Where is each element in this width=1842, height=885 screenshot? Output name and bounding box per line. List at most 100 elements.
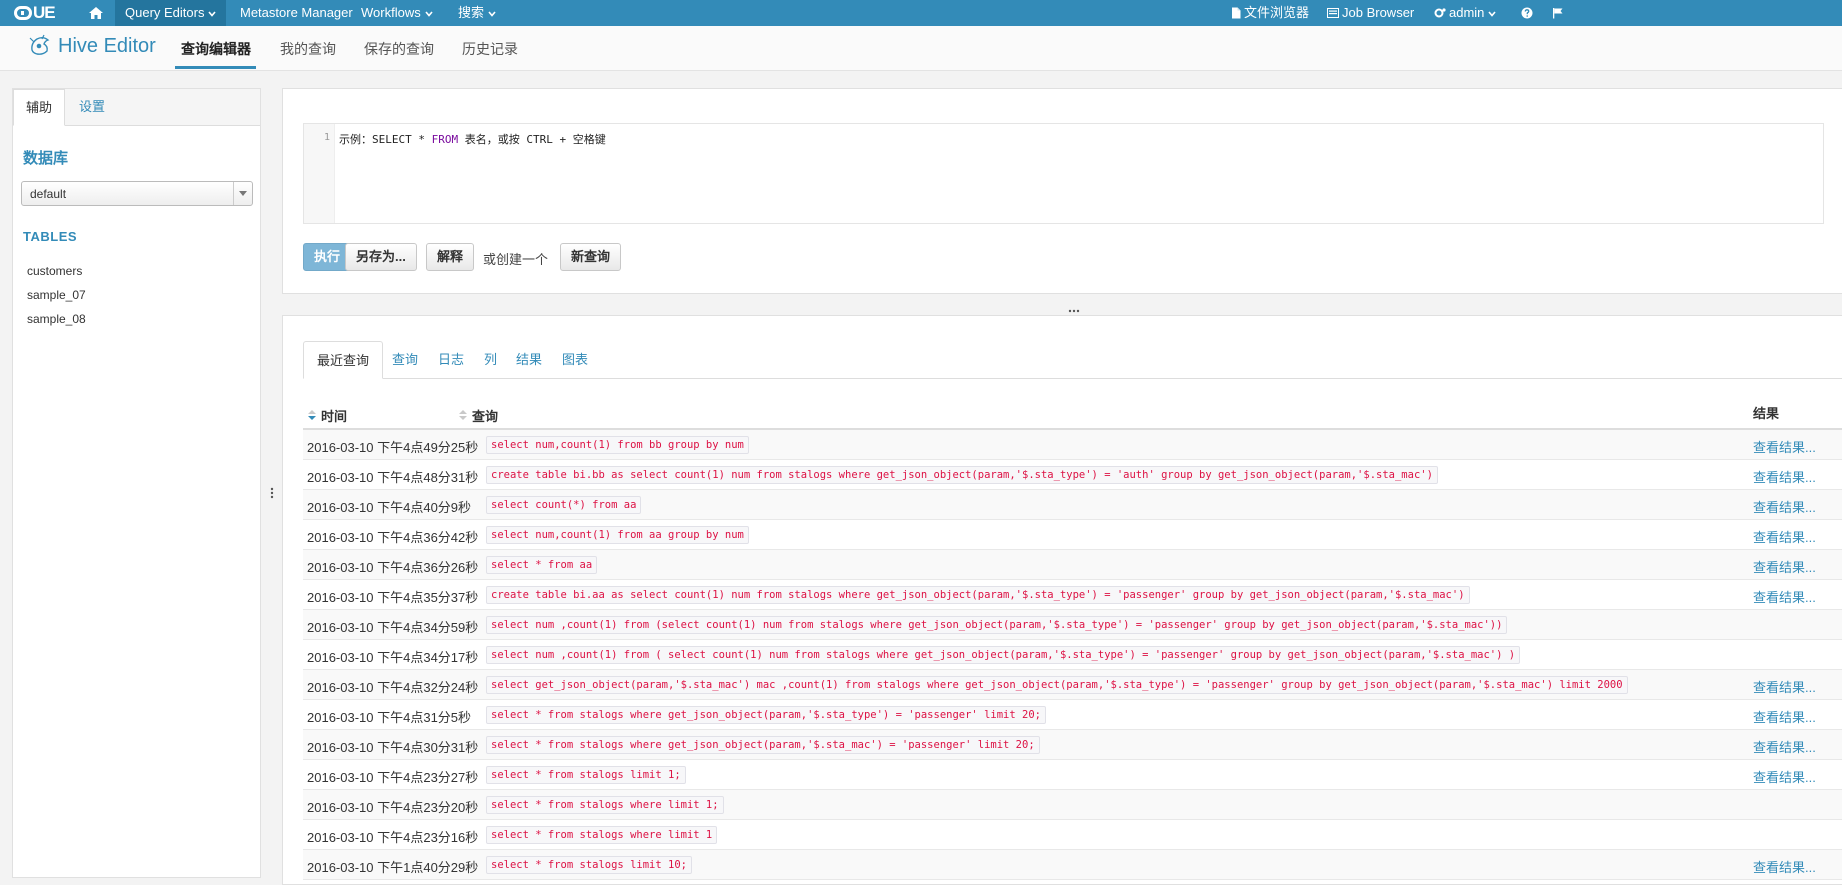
query-text[interactable]: select * from stalogs limit 1; [486,766,686,784]
table-row: 2016-03-10 下午4点31分5秒 select * from stalog… [303,700,1842,730]
query-time: 2016-03-10 下午4点31分5秒 [307,710,472,725]
database-select-value: default [30,187,67,201]
tab-assist[interactable]: 辅助 [13,89,66,126]
tab-saved-queries[interactable]: 保存的查询 [364,39,434,59]
nav-file-browser-label: 文件浏览器 [1244,5,1310,20]
database-select[interactable]: default [21,181,253,206]
tab-results[interactable]: 结果 [503,341,555,378]
view-results-link[interactable]: 查看结果... [1753,767,1816,786]
table-header: 时间 查询 结果 [303,400,1842,430]
query-text[interactable]: select num,count(1) from aa group by num [486,526,749,544]
view-results-link[interactable]: 查看结果... [1753,587,1816,606]
nav-search-label: 搜索 [458,5,485,20]
nav-admin-menu[interactable]: admin [1434,0,1497,26]
view-results-link[interactable]: 查看结果... [1753,497,1816,516]
table-item-sample-08[interactable]: sample_08 [27,312,86,326]
tab-query[interactable]: 查询 [379,341,431,378]
chevron-down-icon [425,10,433,18]
app-subheader: Hive Editor 查询编辑器 我的查询 保存的查询 历史记录 [0,26,1842,71]
tables-label: TABLES [23,229,78,244]
hue-logo[interactable]: UE [14,3,56,23]
recent-queries-table: 时间 查询 结果 2016-03-10 下午4点49分25秒 select num… [303,400,1842,880]
query-time: 2016-03-10 下午4点35分37秒 [307,590,479,605]
query-text[interactable]: select * from stalogs where get_json_obj… [486,736,1040,754]
tab-settings[interactable]: 设置 [67,89,117,125]
query-text[interactable]: select get_json_object(param,'$.sta_mac'… [486,676,1628,694]
view-results-link[interactable]: 查看结果... [1753,677,1816,696]
query-time: 2016-03-10 下午4点49分25秒 [307,440,479,455]
app-title[interactable]: Hive Editor [28,34,156,58]
table-row: 2016-03-10 下午4点36分26秒 select * from aa 查看结… [303,550,1842,580]
query-editor[interactable]: 1 示例：SELECT * FROM 表名，或按 CTRL + 空格键 [303,123,1824,224]
table-item-sample-07[interactable]: sample_07 [27,288,86,302]
top-navbar: UE Query Editors Metastore Manager Workf… [0,0,1842,26]
table-row: 2016-03-10 下午4点36分42秒 select num,count(1)… [303,520,1842,550]
view-results-link[interactable]: 查看结果... [1753,467,1816,486]
tab-log[interactable]: 日志 [425,341,477,378]
hue-logo-text: UE [33,3,56,22]
column-header-result: 结果 [1753,406,1780,421]
query-time: 2016-03-10 下午4点34分17秒 [307,650,479,665]
view-results-link[interactable]: 查看结果... [1753,737,1816,756]
explain-button[interactable]: 解释 [426,243,475,271]
nav-file-browser[interactable]: 文件浏览器 [1231,0,1309,26]
nav-metastore-manager-label: Metastore Manager [240,5,353,20]
save-as-button[interactable]: 另存为... [345,243,417,271]
nav-job-browser-label: Job Browser [1342,5,1415,20]
view-results-link[interactable]: 查看结果... [1753,437,1816,456]
query-text[interactable]: select num,count(1) from bb group by num [486,436,749,454]
chevron-down-icon [208,10,217,18]
nav-query-editors[interactable]: Query Editors [115,0,227,26]
nav-search[interactable]: 搜索 [458,0,496,26]
query-text[interactable]: select * from stalogs where get_json_obj… [486,706,1046,724]
view-results-link[interactable]: 查看结果... [1753,557,1816,576]
home-link[interactable] [88,0,104,26]
column-header-time[interactable]: 时间 [321,406,347,425]
table-row: 2016-03-10 下午4点35分37秒 create table bi.aa … [303,580,1842,610]
tab-my-queries[interactable]: 我的查询 [280,39,336,59]
nav-workflows[interactable]: Workflows [361,0,433,26]
drag-dots-icon [270,487,274,499]
table-item-customers[interactable]: customers [27,264,82,278]
new-query-button[interactable]: 新查询 [560,243,622,271]
help-button[interactable] [1521,0,1533,26]
nav-metastore-manager[interactable]: Metastore Manager [240,0,353,26]
query-time: 2016-03-10 下午4点23分20秒 [307,800,479,815]
query-text[interactable]: select num ,count(1) from ( select count… [486,646,1521,664]
tab-query-editor[interactable]: 查询编辑器 [181,39,251,59]
select-arrow [233,182,252,205]
tab-chart[interactable]: 图表 [549,341,601,378]
view-results-link[interactable]: 查看结果... [1753,707,1816,726]
flag-button[interactable] [1552,0,1564,26]
vertical-splitter-handle[interactable] [270,486,274,500]
flag-icon [1552,7,1564,19]
sort-desc-icon[interactable] [307,409,317,424]
view-results-link[interactable]: 查看结果... [1753,527,1816,546]
table-row: 2016-03-10 下午1点40分29秒 select * from stalo… [303,850,1842,880]
tab-history[interactable]: 历史记录 [462,39,518,59]
line-number-gutter: 1 [304,124,335,223]
query-text[interactable]: create table bi.bb as select count(1) nu… [486,466,1438,484]
execute-button[interactable]: 执行 [303,243,352,271]
table-row: 2016-03-10 下午4点40分9秒 select count(*) from… [303,490,1842,520]
tab-recent-queries[interactable]: 最近查询 [303,341,384,379]
query-text[interactable]: select * from stalogs where limit 1; [486,796,724,814]
drag-dots-icon [1068,309,1080,313]
sort-icon[interactable] [458,409,468,424]
query-time: 2016-03-10 下午4点36分26秒 [307,560,479,575]
code-keyword: FROM [431,133,459,146]
column-header-query[interactable]: 查询 [472,406,498,425]
query-text[interactable]: create table bi.aa as select count(1) nu… [486,586,1470,604]
query-text[interactable]: select num ,count(1) from (select count(… [486,616,1508,634]
query-text[interactable]: select count(*) from aa [486,496,642,514]
file-icon [1231,7,1241,19]
query-text[interactable]: select * from aa [486,556,598,574]
horizontal-splitter-handle[interactable] [1067,301,1081,313]
nav-job-browser[interactable]: Job Browser [1327,0,1414,26]
query-text[interactable]: select * from stalogs limit 10; [486,856,692,874]
table-row: 2016-03-10 下午4点34分17秒 select num ,count(1… [303,640,1842,670]
or-create-text: 或创建一个 [483,252,549,267]
query-text[interactable]: select * from stalogs where limit 1 [486,826,718,844]
table-row: 2016-03-10 下午4点23分20秒 select * from stalo… [303,790,1842,820]
table-row: 2016-03-10 下午4点48分31秒 create table bi.bb … [303,460,1842,490]
